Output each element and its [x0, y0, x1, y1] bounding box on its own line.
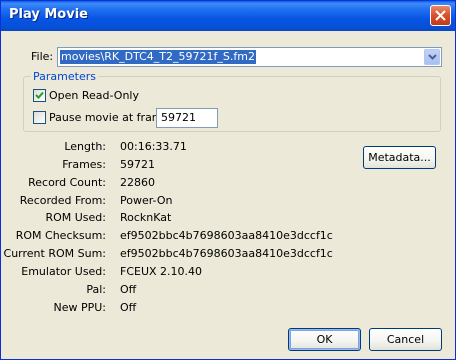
- pause-frame-input[interactable]: 59721: [156, 108, 218, 128]
- file-label: File:: [31, 50, 54, 63]
- pal-value: Off: [120, 283, 137, 296]
- parameters-legend: Parameters: [31, 70, 98, 83]
- length-value: 00:16:33.71: [120, 140, 187, 153]
- rom-checksum-label: ROM Checksum:: [15, 229, 106, 242]
- recorded-from-value: Power-On: [120, 194, 173, 207]
- recorded-from-label: Recorded From:: [19, 194, 106, 207]
- emulator-used-value: FCEUX 2.10.40: [120, 265, 203, 278]
- pause-movie-checkbox[interactable]: [33, 111, 46, 124]
- play-movie-dialog: Play Movie File: movies\RK_DTC4_T2_59721…: [0, 0, 456, 360]
- cancel-button[interactable]: Cancel: [369, 328, 442, 351]
- frames-value: 59721: [120, 158, 155, 171]
- frames-label: Frames:: [62, 158, 106, 171]
- record-count-value: 22860: [120, 176, 155, 189]
- rom-used-label: ROM Used:: [45, 211, 106, 224]
- ok-button[interactable]: OK: [288, 328, 361, 351]
- file-select[interactable]: movies\RK_DTC4_T2_59721f_S.fm2: [57, 47, 442, 67]
- new-ppu-value: Off: [120, 301, 137, 314]
- current-rom-sum-label: Current ROM Sum:: [3, 247, 106, 260]
- rom-checksum-value: ef9502bbc4b7698603aa8410e3dccf1c: [120, 229, 333, 242]
- file-dropdown-button[interactable]: [424, 49, 440, 65]
- metadata-button[interactable]: Metadata...: [363, 146, 436, 169]
- pal-label: Pal:: [86, 283, 106, 296]
- chevron-down-icon: [428, 54, 437, 60]
- pause-movie-label[interactable]: Pause movie at frame: [49, 111, 169, 124]
- rom-used-value: RocknKat: [120, 211, 172, 224]
- file-select-value: movies\RK_DTC4_T2_59721f_S.fm2: [60, 50, 256, 64]
- window-title: Play Movie: [9, 7, 88, 22]
- emulator-used-label: Emulator Used:: [21, 265, 106, 278]
- length-label: Length:: [64, 140, 106, 153]
- checkmark-icon: [35, 91, 44, 99]
- title-bar[interactable]: Play Movie: [1, 1, 455, 31]
- new-ppu-label: New PPU:: [53, 301, 106, 314]
- current-rom-sum-value: ef9502bbc4b7698603aa8410e3dccf1c: [120, 247, 333, 260]
- record-count-label: Record Count:: [28, 176, 106, 189]
- open-read-only-label[interactable]: Open Read-Only: [49, 89, 139, 102]
- close-button[interactable]: [430, 5, 451, 26]
- open-read-only-checkbox[interactable]: [33, 89, 46, 102]
- close-icon: [435, 10, 446, 21]
